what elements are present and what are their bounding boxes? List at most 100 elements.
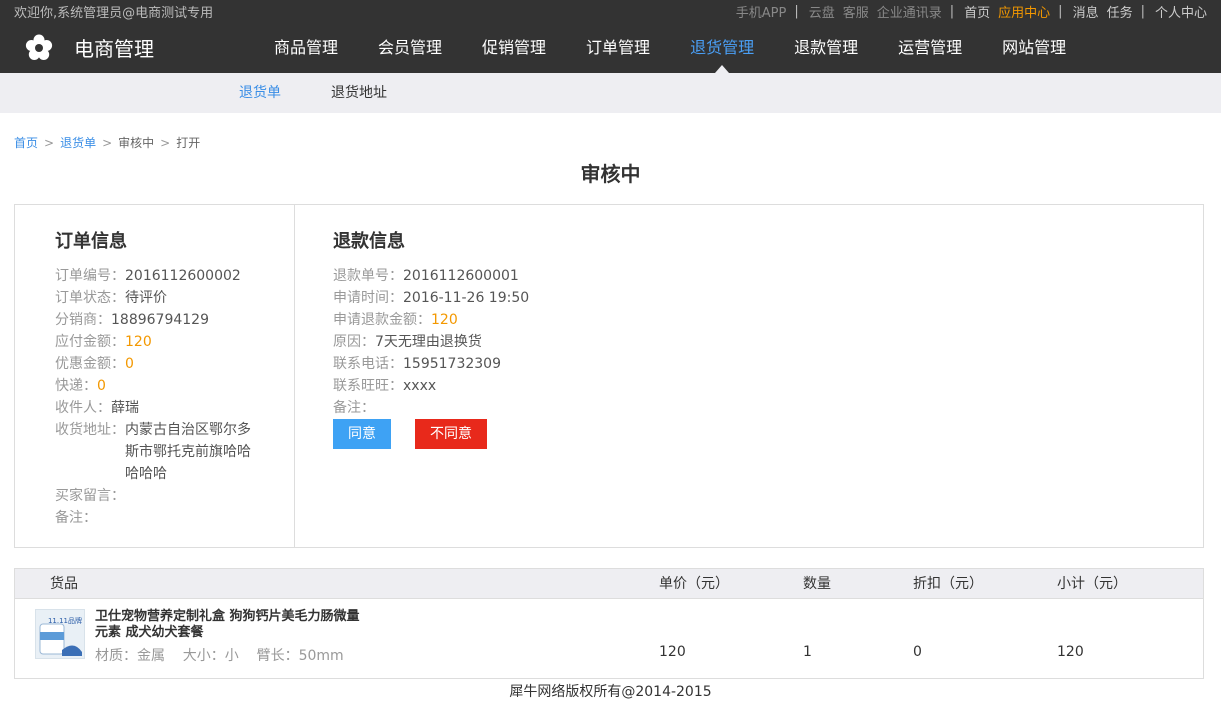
label: 应付金额： [55,334,125,350]
top-link-app-center[interactable]: 应用中心 [998,2,1050,21]
breadcrumb: 首页 > 退货单 > 审核中 > 打开 [14,134,200,151]
refund-info: 退款信息 退款单号： 2016112600001 申请时间： 2016-11-26 … [295,205,529,547]
order-row-discount: 优惠金额： 0 [55,353,294,375]
value: 内蒙古自治区鄂尔多斯市鄂托克前旗哈哈哈哈哈 [125,422,251,482]
value: 7天无理由退换货 [375,334,482,350]
separator: | [1058,3,1063,19]
value: 18896794129 [111,312,209,328]
table-row: 11.11品牌 卫仕宠物营养定制礼盒 狗狗钙片美毛力肠微量元素 成犬幼犬套餐 材… [15,599,1203,679]
refund-row-remark: 备注： [333,397,529,419]
label: 申请时间： [333,290,403,306]
breadcrumb-return-orders[interactable]: 退货单 [60,136,96,150]
menu-item-returns[interactable]: 退货管理 [690,22,754,73]
top-link-personal[interactable]: 个人中心 [1155,2,1207,21]
label: 优惠金额： [55,356,125,372]
product-name[interactable]: 卫仕宠物营养定制礼盒 狗狗钙片美毛力肠微量元素 成犬幼犬套餐 [95,609,365,641]
menu-item-promotions[interactable]: 促销管理 [482,22,546,73]
separator: | [794,3,799,19]
top-links: 手机APP | 云盘 客服 企业通讯录 | 首页 应用中心 | 消息 任务 | … [736,2,1207,21]
separator: | [949,3,955,19]
value: 120 [431,312,458,328]
value: 待评价 [125,290,167,306]
label: 订单编号： [55,268,125,284]
header-quantity: 数量 [803,576,831,592]
top-strip: 欢迎你,系统管理员@电商测试专用 手机APP | 云盘 客服 企业通讯录 | 首… [0,0,1221,22]
goods-table: 货品 单价（元） 数量 折扣（元） 小计（元） 11.11品牌 卫仕宠物营养定制… [14,568,1204,679]
label: 申请退款金额： [333,312,431,328]
top-link-mobile-app[interactable]: 手机APP [736,2,787,21]
order-row-remark: 备注： [55,507,294,529]
cell-discount: 0 [913,644,922,660]
product-attributes: 材质：金属 大小：小 臂长：50mm [95,648,344,664]
breadcrumb-status: 审核中 [118,136,155,150]
value: 2016112600002 [125,268,241,284]
breadcrumb-sep: > [160,136,171,150]
goods-table-header: 货品 单价（元） 数量 折扣（元） 小计（元） [15,569,1203,599]
menu-item-operations[interactable]: 运营管理 [898,22,962,73]
refund-row-time: 申请时间： 2016-11-26 19:50 [333,287,529,309]
agree-button[interactable]: 同意 [333,419,391,449]
menu-item-refunds[interactable]: 退款管理 [794,22,858,73]
order-row-recipient: 收件人： 薛瑞 [55,397,294,419]
header-goods: 货品 [50,576,78,592]
order-row-express: 快递： 0 [55,375,294,397]
top-link-cloud[interactable]: 云盘 [809,2,835,21]
subnav-item-return-address[interactable]: 退货地址 [331,73,387,113]
top-link-messages[interactable]: 消息 [1073,2,1099,21]
main-menu: 商品管理 会员管理 促销管理 订单管理 退货管理 退款管理 运营管理 网站管理 [274,22,1106,73]
menu-item-members[interactable]: 会员管理 [378,22,442,73]
brand-title: 电商管理 [74,37,154,61]
subnav-item-return-orders[interactable]: 退货单 [239,73,281,113]
label: 收件人： [55,400,111,416]
value: 15951732309 [403,356,501,372]
cell-unit-price: 120 [659,644,686,660]
label: 退款单号： [333,268,403,284]
brand[interactable]: 电商管理 [24,22,154,73]
value: 0 [125,356,134,372]
footer-copyright: 犀牛网络版权所有@2014-2015 [509,684,712,700]
label: 订单状态： [55,290,125,306]
product-thumbnail[interactable]: 11.11品牌 [35,609,85,659]
separator: | [1140,3,1145,19]
breadcrumb-sep: > [44,136,55,150]
label: 备注： [333,400,375,416]
header-unit-price: 单价（元） [659,576,729,592]
order-row-status: 订单状态： 待评价 [55,287,294,309]
order-row-number: 订单编号： 2016112600002 [55,265,294,287]
cell-quantity: 1 [803,644,812,660]
order-info: 订单信息 订单编号： 2016112600002 订单状态： 待评价 分销商： 188… [15,205,295,547]
value: 2016112600001 [403,268,519,284]
refund-row-reason: 原因： 7天无理由退换货 [333,331,529,353]
info-panel: 订单信息 订单编号： 2016112600002 订单状态： 待评价 分销商： 188… [14,204,1204,548]
breadcrumb-home[interactable]: 首页 [14,136,38,150]
order-row-payable: 应付金额： 120 [55,331,294,353]
value: 薛瑞 [111,400,139,416]
header-subtotal: 小计（元） [1057,576,1127,592]
label: 买家留言： [55,488,125,504]
label: 原因： [333,334,375,350]
header-discount: 折扣（元） [913,576,983,592]
page-title: 审核中 [580,162,641,186]
menu-item-products[interactable]: 商品管理 [274,22,338,73]
menu-item-website[interactable]: 网站管理 [1002,22,1066,73]
refund-row-number: 退款单号： 2016112600001 [333,265,529,287]
refund-row-amount: 申请退款金额： 120 [333,309,529,331]
value: xxxx [403,378,437,394]
order-row-buyer-message: 买家留言： [55,485,294,507]
breadcrumb-current: 打开 [176,136,201,150]
top-link-directory[interactable]: 企业通讯录 [877,2,942,21]
order-row-distributor: 分销商： 18896794129 [55,309,294,331]
menu-item-orders[interactable]: 订单管理 [586,22,650,73]
welcome-text: 欢迎你,系统管理员@电商测试专用 [14,5,214,21]
top-link-service[interactable]: 客服 [843,2,869,21]
reject-button[interactable]: 不同意 [415,419,487,449]
label: 联系电话： [333,356,403,372]
label: 收货地址： [55,422,125,438]
thumbnail-label: 11.11品牌 [47,617,82,625]
main-nav: 电商管理 商品管理 会员管理 促销管理 订单管理 退货管理 退款管理 运营管理 … [0,22,1221,73]
top-link-home[interactable]: 首页 [964,2,990,21]
top-link-tasks[interactable]: 任务 [1107,2,1133,21]
order-info-title: 订单信息 [55,231,127,252]
label: 联系旺旺： [333,378,403,394]
sub-nav: 退货单 退货地址 [0,73,1221,113]
